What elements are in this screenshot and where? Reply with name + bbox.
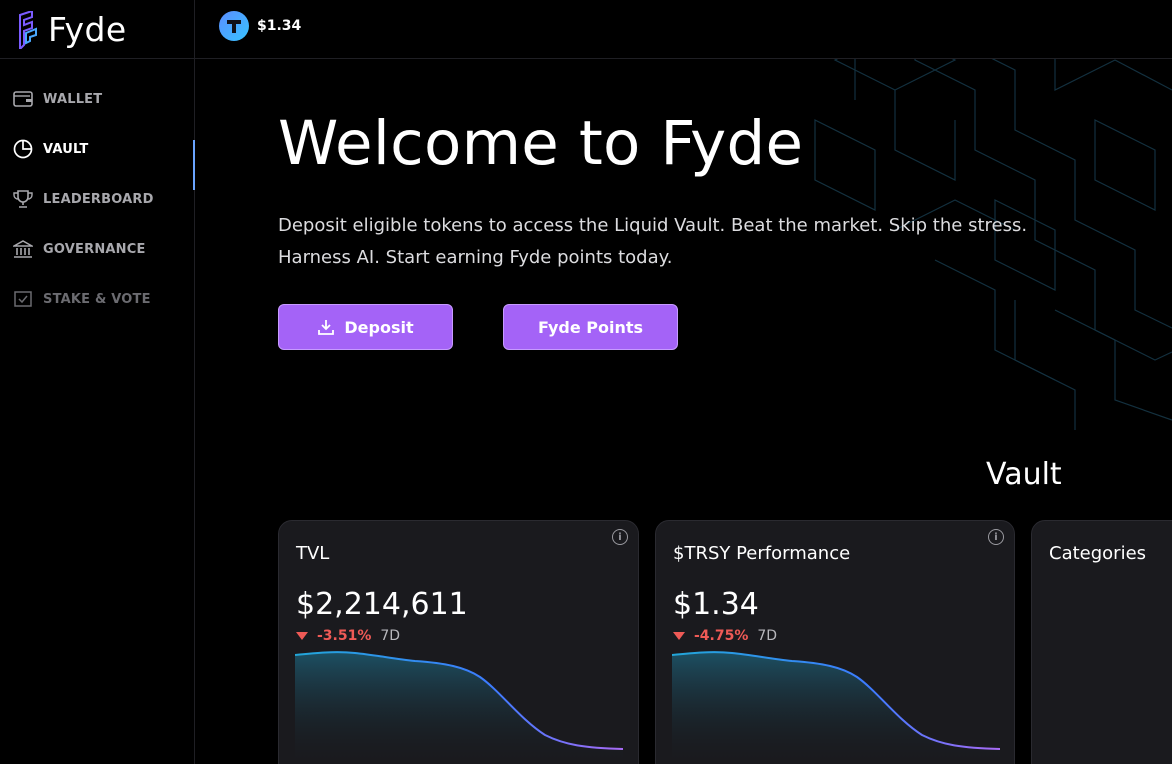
vault-section-title: Vault [986,457,1062,492]
sidebar-item-label: WALLET [43,91,103,107]
top-bar: Fyde $1.34 [0,0,1172,59]
sidebar-item-wallet[interactable]: WALLET [0,74,194,124]
sidebar-item-label: VAULT [43,141,89,157]
sidebar-item-label: LEADERBOARD [43,191,154,207]
card-title: TVL [296,543,330,564]
trophy-icon [12,188,34,210]
info-icon[interactable]: i [612,529,628,545]
card-value: $2,214,611 [296,587,468,622]
down-arrow-icon [673,632,685,640]
card-title: Categories [1049,543,1147,564]
sidebar-item-vault[interactable]: VAULT [0,124,195,190]
change-percent: -4.75% [694,628,749,644]
brand[interactable]: Fyde [0,0,195,59]
trsy-sparkline [672,651,1000,764]
change-period: 7D [757,628,778,644]
sidebar-item-label: GOVERNANCE [43,241,146,257]
trsy-performance-card: i $TRSY Performance $1.34 -4.75% 7D [655,520,1015,764]
page-title: Welcome to Fyde [278,108,804,179]
hero-subtitle: Deposit eligible tokens to access the Li… [278,215,1028,268]
deposit-button-label: Deposit [344,317,414,337]
fyde-points-button[interactable]: Fyde Points [503,304,678,350]
change-percent: -3.51% [317,628,372,644]
card-title: $TRSY Performance [673,543,851,564]
tvl-card: i TVL $2,214,611 -3.51% 7D [278,520,639,764]
token-price-chip[interactable]: $1.34 [219,11,301,41]
info-icon[interactable]: i [988,529,1004,545]
download-icon [317,318,335,336]
token-price: $1.34 [257,18,302,34]
sidebar-item-governance[interactable]: GOVERNANCE [0,224,194,274]
sidebar: WALLET VAULT LEADERBOARD GOVERNANCE STAK… [0,59,195,764]
sidebar-item-leaderboard[interactable]: LEADERBOARD [0,174,194,224]
deposit-button[interactable]: Deposit [278,304,453,350]
card-value: $1.34 [673,587,759,622]
sidebar-item-stake-vote[interactable]: STAKE & VOTE [0,274,194,324]
fyde-points-button-label: Fyde Points [537,317,644,337]
vote-icon [12,288,34,310]
wallet-icon [12,88,34,110]
bank-icon [12,238,34,260]
sidebar-item-label: STAKE & VOTE [43,291,151,307]
card-change: -3.51% 7D [296,628,400,644]
fyde-logo-icon [19,10,37,49]
categories-card: Categories [1031,520,1172,764]
brand-name: Fyde [48,10,127,49]
card-change: -4.75% 7D [673,628,777,644]
trsy-token-icon [219,11,249,41]
tvl-sparkline [295,651,623,764]
down-arrow-icon [296,632,308,640]
change-period: 7D [380,628,401,644]
pie-chart-icon [12,138,34,160]
